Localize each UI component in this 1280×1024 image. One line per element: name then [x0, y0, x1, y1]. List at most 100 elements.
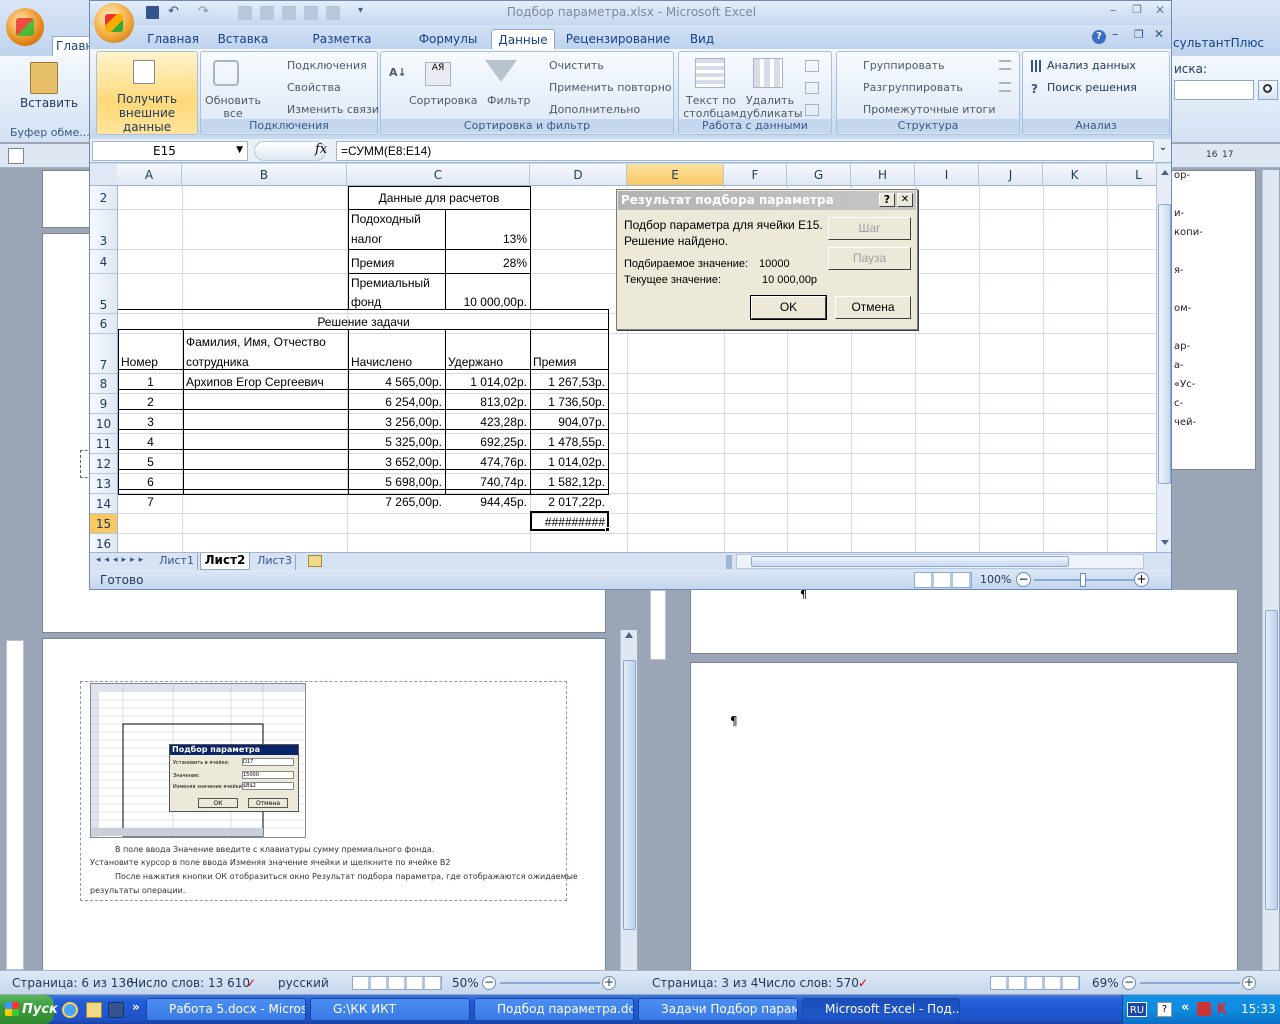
word-right-zoom-in-icon[interactable]: +: [1242, 976, 1256, 990]
what-if-icon[interactable]: [805, 104, 819, 116]
word-right-view-buttons[interactable]: [990, 976, 1080, 990]
office-button[interactable]: [6, 8, 44, 46]
restore-button[interactable]: ❐: [1126, 3, 1148, 21]
tab-insert[interactable]: Вставка: [212, 29, 274, 49]
word-right-scrollbar[interactable]: [1262, 170, 1279, 970]
hide-detail-icon[interactable]: [999, 82, 1011, 92]
properties-button[interactable]: Свойства: [287, 81, 341, 94]
hscroll-thumb[interactable]: [751, 556, 1069, 567]
data-validation-icon[interactable]: [805, 60, 819, 72]
word-left-zoom-slider[interactable]: [500, 982, 600, 984]
data-analysis-button[interactable]: Анализ данных: [1047, 59, 1136, 72]
search-icon[interactable]: [1258, 80, 1278, 100]
fill-handle[interactable]: [605, 527, 610, 532]
row-header-11[interactable]: 11: [90, 434, 118, 454]
zoom-in-icon[interactable]: +: [1134, 572, 1149, 587]
taskbar-btn-excel[interactable]: Microsoft Excel - Под...: [802, 998, 960, 1021]
word-left-zoom-out-icon[interactable]: −: [482, 976, 496, 990]
word-right-tab-fragment[interactable]: сультантПлюс: [1173, 36, 1264, 50]
search-input[interactable]: [1174, 80, 1254, 100]
language-indicator[interactable]: RU: [1127, 1002, 1147, 1017]
zoom-level[interactable]: 100%: [980, 573, 1011, 586]
row-header-2[interactable]: 2: [90, 186, 118, 210]
ribbon-restore-button[interactable]: ❐: [1134, 28, 1144, 41]
tray-app-icon[interactable]: [1197, 1002, 1211, 1016]
row-header-4[interactable]: 4: [90, 250, 118, 274]
formula-expand-icon[interactable]: ⌄: [1156, 142, 1170, 160]
sheet-tab-1[interactable]: Лист1: [156, 554, 198, 570]
clear-filter-button[interactable]: Очистить: [549, 59, 604, 72]
column-header-d[interactable]: D: [530, 164, 627, 186]
edit-links-button[interactable]: Изменить связи: [287, 103, 379, 116]
ungroup-button[interactable]: Разгруппировать: [863, 81, 963, 94]
excel-vertical-scrollbar[interactable]: [1156, 164, 1171, 552]
group-button[interactable]: Группировать: [863, 59, 945, 72]
quicklaunch-ie-icon[interactable]: [62, 1002, 78, 1018]
taskbar-btn-work5[interactable]: Работа 5.docx - Microso...: [146, 998, 306, 1021]
ribbon-minimize-button[interactable]: –: [1112, 27, 1119, 42]
word-left-scrollbar[interactable]: [620, 630, 637, 970]
consolidate-icon[interactable]: [805, 82, 819, 94]
row-header-6[interactable]: 6: [90, 314, 118, 334]
scroll-up-arrow-icon[interactable]: [1161, 170, 1169, 175]
column-header-k[interactable]: K: [1043, 164, 1107, 186]
vscroll-thumb[interactable]: [1158, 204, 1171, 484]
get-external-data-button[interactable]: Получить внешние данные: [97, 92, 197, 134]
sheet-tab-2[interactable]: Лист2: [200, 553, 250, 570]
column-header-f[interactable]: F: [724, 164, 787, 186]
excel-office-button[interactable]: [94, 3, 134, 43]
view-buttons[interactable]: [914, 572, 972, 588]
pause-button[interactable]: Пауза: [828, 247, 911, 270]
scroll-down-arrow-icon[interactable]: [1161, 540, 1169, 545]
word-right-zoom[interactable]: 69%: [1092, 971, 1119, 995]
scroll-thumb[interactable]: [623, 660, 636, 930]
scroll-thumb-right[interactable]: [1265, 610, 1278, 910]
row-header-16[interactable]: 16: [90, 534, 118, 552]
column-header-e[interactable]: E: [627, 164, 724, 186]
solver-button[interactable]: Поиск решения: [1047, 81, 1137, 94]
close-button[interactable]: ✕: [1150, 3, 1170, 21]
word-tab-home[interactable]: Главна: [52, 36, 101, 56]
ok-button[interactable]: OK: [750, 295, 827, 320]
row-header-12[interactable]: 12: [90, 454, 118, 474]
word-right-word-count[interactable]: Число слов: 570: [758, 971, 859, 995]
name-box[interactable]: E15 ▼: [92, 141, 248, 161]
column-header-h[interactable]: H: [851, 164, 915, 186]
word-left-view-buttons[interactable]: [352, 976, 442, 990]
row-header-3[interactable]: 3: [90, 210, 118, 250]
word-left-language[interactable]: русский: [278, 971, 329, 995]
text-to-columns-button[interactable]: Текст по столбцам: [681, 94, 741, 120]
tab-review[interactable]: Рецензирование: [564, 29, 672, 49]
column-header-g[interactable]: G: [787, 164, 851, 186]
word-right-zoom-out-icon[interactable]: −: [1122, 976, 1136, 990]
row-header-10[interactable]: 10: [90, 414, 118, 434]
tray-expand-icon[interactable]: «: [1181, 1000, 1189, 1015]
word-left-zoom-in-icon[interactable]: +: [602, 976, 616, 990]
subtotal-button[interactable]: Промежуточные итоги: [863, 103, 995, 116]
formula-input[interactable]: =СУММ(E8:E14): [336, 141, 1154, 161]
horizontal-scrollbar[interactable]: [736, 554, 1144, 569]
insert-function-button[interactable]: fx: [315, 142, 327, 157]
dialog-close-button[interactable]: ✕: [897, 193, 913, 207]
cancel-button[interactable]: Отмена: [835, 296, 911, 319]
insert-sheet-icon[interactable]: [308, 555, 322, 567]
start-button[interactable]: Пуск: [0, 995, 58, 1024]
tab-home[interactable]: Главная: [142, 29, 204, 49]
remove-duplicates-button[interactable]: Удалить дубликаты: [739, 94, 803, 120]
help-icon[interactable]: ?: [1092, 30, 1106, 44]
reapply-button[interactable]: Применить повторно: [549, 81, 672, 94]
tray-antivirus-icon[interactable]: K: [1217, 1002, 1227, 1017]
show-detail-icon[interactable]: [999, 60, 1011, 70]
row-header-9[interactable]: 9: [90, 394, 118, 414]
column-header-b[interactable]: B: [182, 164, 347, 186]
advanced-filter-button[interactable]: Дополнительно: [549, 103, 640, 116]
name-box-dropdown-icon[interactable]: ▼: [236, 145, 243, 155]
word-right-zoom-slider[interactable]: [1140, 982, 1240, 984]
taskbar-btn-folder[interactable]: G:\КК ИКТ: [310, 998, 470, 1021]
spellcheck-icon[interactable]: ✓: [246, 971, 256, 995]
zoom-out-icon[interactable]: −: [1016, 572, 1031, 587]
column-header-a[interactable]: A: [117, 164, 182, 186]
tab-split-handle[interactable]: [726, 555, 732, 569]
word-left-page-count[interactable]: Страница: 6 из 136: [12, 971, 134, 995]
scroll-up-arrow-icon[interactable]: [625, 632, 633, 638]
